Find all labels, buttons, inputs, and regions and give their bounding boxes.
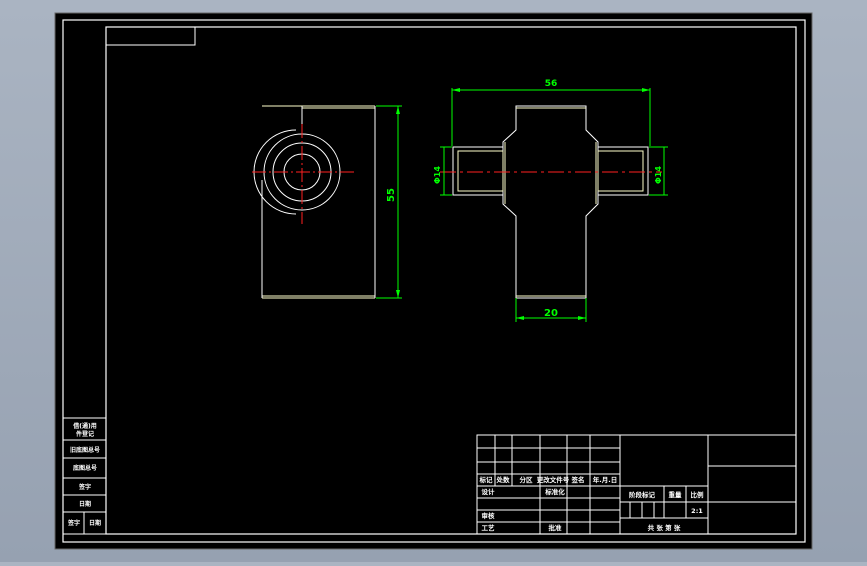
- title-date-label: 年.月.日: [593, 475, 617, 484]
- side-stamp-row-2: 件登记: [76, 430, 94, 438]
- dimension-height-label: 55: [386, 188, 397, 202]
- title-audit-label: 审核: [482, 511, 496, 520]
- title-scale-value: 2:1: [691, 507, 703, 515]
- drawing-sheet: [54, 12, 813, 550]
- title-scale-label: 比例: [691, 490, 705, 499]
- side-stamp-bottom-2: 日期: [89, 519, 101, 527]
- title-mark-label: 标记: [479, 475, 494, 484]
- title-stage-label: 阶段标记: [629, 490, 656, 499]
- title-design-label: 设计: [482, 487, 496, 496]
- cad-viewport: 55 56 20 Φ14 Φ14 借(通)用 件登记 旧底图总号 底图总号 签字…: [0, 0, 867, 562]
- side-stamp-row-4: 底图总号: [73, 464, 97, 472]
- title-weight-label: 重量: [669, 490, 683, 499]
- title-approve-label: 批准: [549, 523, 563, 532]
- dimension-diameter-right-label: Φ14: [654, 166, 663, 184]
- side-stamp-row-3: 旧底图总号: [70, 446, 100, 454]
- title-standardize-label: 标准化: [544, 487, 565, 496]
- drawing-canvas: 55 56 20 Φ14 Φ14 借(通)用 件登记 旧底图总号 底图总号 签字…: [54, 12, 813, 550]
- dimension-width-top-label: 56: [545, 79, 558, 89]
- title-signature-label: 签名: [571, 475, 585, 484]
- title-count-label: 处数: [496, 475, 511, 484]
- side-stamp-row-5: 签字: [78, 483, 91, 491]
- dimension-width-bottom-label: 20: [544, 308, 558, 319]
- side-stamp-bottom-1: 签字: [67, 519, 80, 527]
- title-sheet-info: 共 张 第 张: [648, 523, 681, 532]
- side-stamp-row-6: 日期: [79, 500, 91, 508]
- side-stamp-row-1: 借(通)用: [72, 422, 97, 430]
- dimension-diameter-left-label: Φ14: [433, 166, 442, 184]
- title-zone-label: 分区: [520, 475, 534, 484]
- title-change-doc-label: 更改文件号: [537, 475, 570, 484]
- title-process-label: 工艺: [482, 523, 496, 532]
